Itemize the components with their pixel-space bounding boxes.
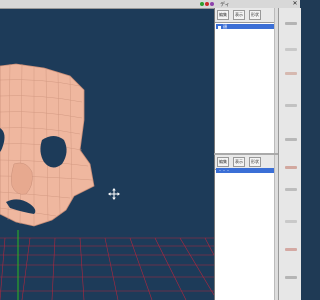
toolbar-label: ディ bbox=[220, 2, 230, 8]
object-panel-tabs: 編集 表示 形状 bbox=[215, 8, 279, 23]
face-mesh[interactable] bbox=[0, 63, 95, 227]
tool-swatch[interactable] bbox=[285, 138, 297, 141]
tool-swatch[interactable] bbox=[285, 72, 297, 75]
tool-swatch[interactable] bbox=[285, 248, 297, 251]
red-status-icon[interactable] bbox=[205, 2, 209, 6]
tool-swatch[interactable] bbox=[285, 166, 297, 169]
tab-display[interactable]: 表示 bbox=[233, 10, 245, 20]
close-icon[interactable]: ✕ bbox=[292, 0, 298, 7]
cursor-move-icon bbox=[108, 188, 120, 200]
tab-shape[interactable]: 形状 bbox=[249, 157, 261, 167]
tool-swatch[interactable] bbox=[285, 48, 297, 51]
green-status-icon[interactable] bbox=[200, 2, 204, 6]
tab-shape[interactable]: 形状 bbox=[249, 10, 261, 20]
tool-swatch[interactable] bbox=[285, 104, 297, 107]
nose bbox=[11, 162, 33, 195]
tool-swatch[interactable] bbox=[285, 188, 297, 191]
object-list-item[interactable]: 顔 bbox=[216, 24, 276, 29]
tool-swatch[interactable] bbox=[285, 22, 297, 25]
ground-grid bbox=[0, 237, 214, 300]
object-name: 顔 bbox=[223, 24, 227, 29]
purple-status-icon[interactable] bbox=[210, 2, 214, 6]
tool-swatch[interactable] bbox=[285, 220, 297, 223]
tab-edit[interactable]: 編集 bbox=[217, 157, 229, 167]
3d-viewport[interactable] bbox=[0, 0, 214, 300]
tab-display[interactable]: 表示 bbox=[233, 157, 245, 167]
material-name: ・・・ bbox=[218, 168, 230, 173]
material-panel: 編集 表示 形状 ・・・ bbox=[214, 155, 279, 300]
object-panel: 編集 表示 形状 顔 bbox=[214, 8, 279, 153]
visibility-icon[interactable] bbox=[218, 25, 221, 29]
side-tool-strip bbox=[278, 8, 301, 300]
tab-edit[interactable]: 編集 bbox=[217, 10, 229, 20]
viewport-canvas[interactable] bbox=[0, 0, 214, 300]
material-list-item[interactable]: ・・・ bbox=[216, 168, 276, 173]
tool-swatch[interactable] bbox=[285, 276, 297, 279]
